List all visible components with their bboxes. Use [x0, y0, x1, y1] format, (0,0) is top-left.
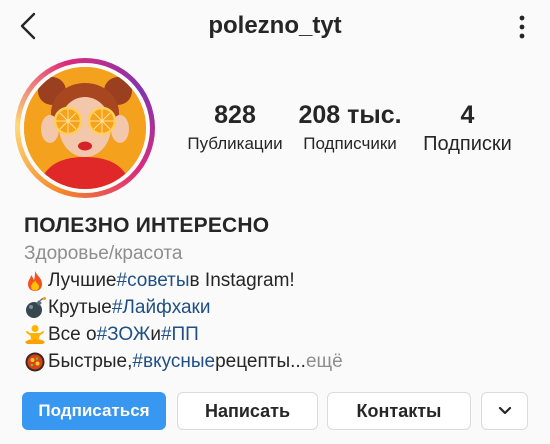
bio-line-text: Все о: [48, 324, 97, 345]
fire-emoji: [28, 270, 42, 291]
avatar-image: [24, 67, 146, 189]
story-ring[interactable]: [15, 58, 155, 198]
follow-button[interactable]: Подписаться: [22, 392, 166, 430]
bio-line-text: Крутые: [48, 297, 112, 318]
bio-line-text: и: [150, 324, 161, 345]
bio-line: Крутые #Лайфхаки: [24, 294, 534, 321]
hashtag-link[interactable]: #ЗОЖ: [97, 321, 151, 348]
stat-following-label: Подписки: [423, 133, 512, 155]
bio-line-text: рецепты...: [215, 351, 306, 372]
stat-followers[interactable]: 208 тыс. Подписчики: [290, 100, 410, 156]
profile-username: polezno_tyt: [208, 12, 342, 39]
more-vertical-icon[interactable]: [518, 14, 526, 40]
hashtag-link[interactable]: #ПП: [161, 321, 199, 348]
bomb-emoji: [26, 296, 46, 318]
hashtag-link[interactable]: #советы: [117, 267, 190, 294]
bio-line-text: Быстрые,: [48, 351, 133, 372]
avatar: [24, 67, 146, 189]
chevron-down-icon: [498, 406, 511, 415]
bio-more-link[interactable]: ещё: [306, 348, 343, 375]
top-bar: polezno_tyt: [0, 0, 550, 52]
stat-following-value: 4: [460, 101, 475, 129]
pan-food-emoji: [25, 352, 45, 371]
bio-line-text: в Instagram!: [189, 270, 295, 291]
stat-following[interactable]: 4 Подписки: [415, 100, 520, 156]
contacts-button[interactable]: Контакты: [327, 392, 471, 430]
profile-bio: ПОЛЕЗНО ИНТЕРЕСНО Здоровье/красота Лучши…: [24, 212, 534, 375]
stat-followers-label: Подписчики: [303, 134, 397, 153]
hashtag-link[interactable]: #вкусные: [132, 348, 215, 375]
bio-line: Быстрые, #вкусные рецепты... ещё: [24, 348, 534, 375]
bio-line: Все о #ЗОЖ и #ПП: [24, 321, 534, 348]
message-button[interactable]: Написать: [177, 392, 318, 430]
profile-category: Здоровье/красота: [24, 243, 183, 264]
profile-name: ПОЛЕЗНО ИНТЕРЕСНО: [24, 214, 270, 237]
bio-line: Лучшие #советы в Instagram!: [24, 267, 534, 294]
stat-followers-value: 208 тыс.: [298, 101, 402, 129]
stat-posts[interactable]: 828 Публикации: [175, 100, 295, 156]
stat-posts-label: Публикации: [187, 134, 283, 153]
lotus-position-emoji: [25, 324, 45, 344]
hashtag-link[interactable]: #Лайфхаки: [112, 294, 211, 321]
stat-posts-value: 828: [214, 101, 256, 129]
bio-line-text: Лучшие: [48, 270, 117, 291]
suggestions-dropdown-button[interactable]: [481, 392, 528, 430]
